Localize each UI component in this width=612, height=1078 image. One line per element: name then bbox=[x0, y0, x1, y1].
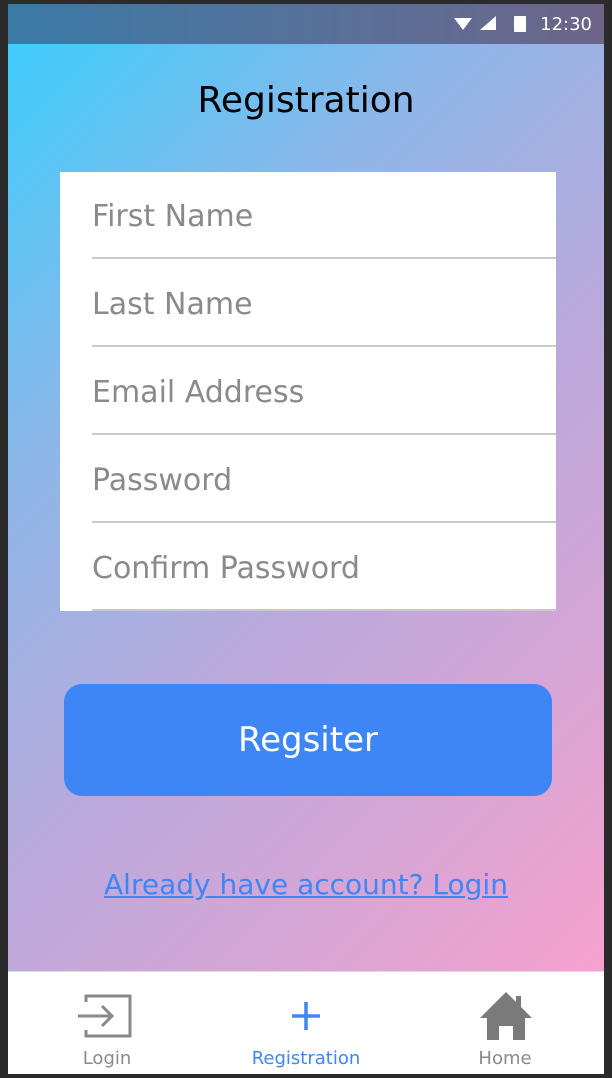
tab-login[interactable]: Login bbox=[8, 972, 206, 1074]
status-time: 12:30 bbox=[540, 14, 592, 35]
wifi-icon bbox=[454, 18, 472, 30]
signal-icon bbox=[480, 16, 496, 30]
registration-screen: Registration Regsiter Already have accou… bbox=[8, 44, 604, 971]
status-icons bbox=[454, 16, 526, 32]
tab-home-label: Home bbox=[478, 1048, 532, 1069]
login-link[interactable]: Already have account? Login bbox=[8, 868, 604, 901]
last-name-field bbox=[92, 260, 556, 347]
status-bar: 12:30 bbox=[8, 4, 604, 44]
plus-icon bbox=[292, 1002, 320, 1030]
tab-registration-label: Registration bbox=[251, 1048, 361, 1069]
password-input[interactable] bbox=[92, 460, 532, 500]
page-title: Registration bbox=[197, 80, 415, 121]
first-name-input[interactable] bbox=[92, 196, 532, 236]
bottom-tab-bar: Login Registration Home bbox=[8, 971, 604, 1074]
confirm-password-input[interactable] bbox=[92, 548, 532, 588]
home-icon bbox=[480, 992, 532, 1040]
password-field bbox=[92, 436, 556, 523]
register-button[interactable]: Regsiter bbox=[64, 684, 552, 796]
device-frame: 12:30 Registration Regsiter Already have… bbox=[8, 4, 604, 1074]
login-icon bbox=[78, 994, 132, 1038]
last-name-input[interactable] bbox=[92, 284, 532, 324]
tab-home[interactable]: Home bbox=[406, 972, 604, 1074]
email-input[interactable] bbox=[92, 372, 532, 412]
battery-icon bbox=[514, 16, 526, 32]
tab-login-label: Login bbox=[82, 1048, 132, 1069]
confirm-password-field bbox=[92, 524, 556, 611]
first-name-field bbox=[92, 172, 556, 259]
tab-registration[interactable]: Registration bbox=[207, 972, 405, 1074]
email-field bbox=[92, 348, 556, 435]
registration-form bbox=[60, 172, 556, 611]
